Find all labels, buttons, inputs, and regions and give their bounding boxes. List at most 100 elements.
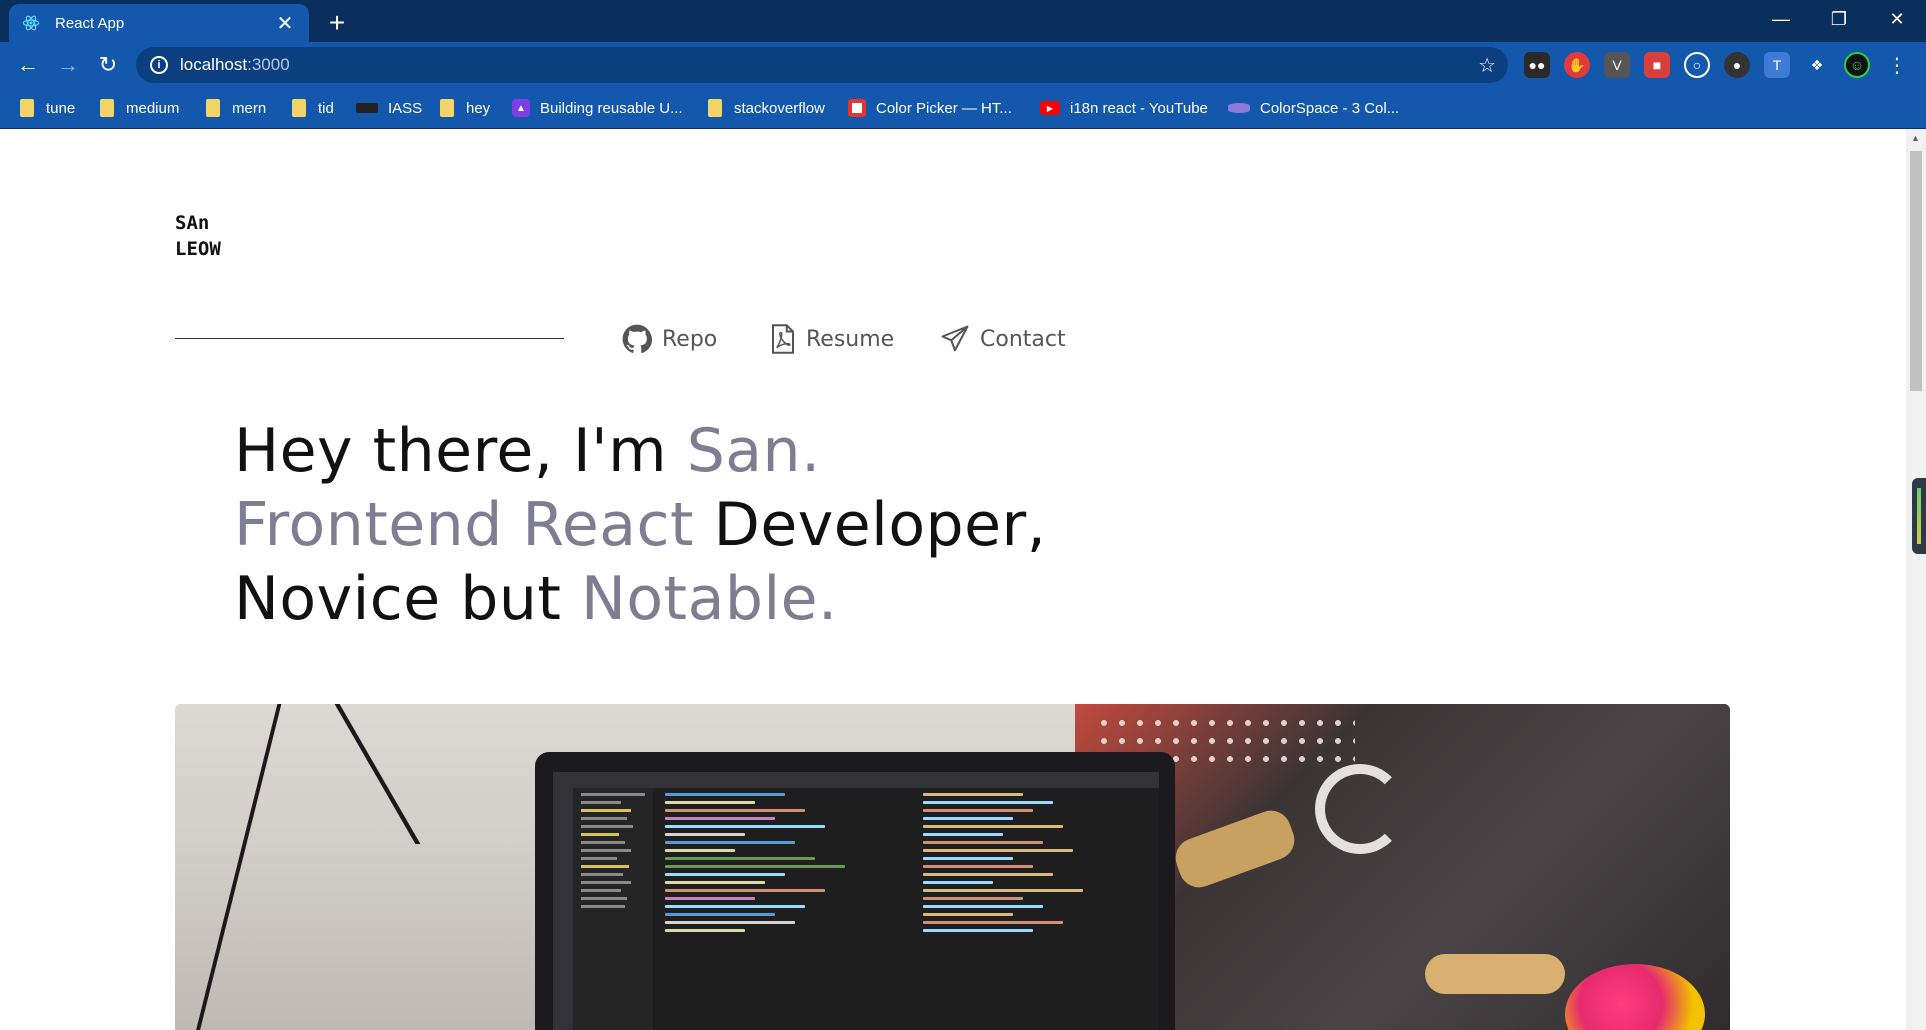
nav-repo-link[interactable]: Repo xyxy=(622,321,717,357)
hero-greeting: Hey there, I'm xyxy=(234,416,687,486)
back-arrow-icon[interactable]: ← xyxy=(12,49,44,81)
tab-close-icon[interactable]: ✕ xyxy=(273,11,297,35)
bookmark-item[interactable]: ColorSpace - 3 Col... xyxy=(1228,96,1399,120)
bookmark-item[interactable]: IASS xyxy=(356,96,422,120)
nav-divider xyxy=(175,338,564,339)
url-port: :3000 xyxy=(247,55,290,74)
hero-role: Developer, xyxy=(694,490,1047,560)
extension-target-icon[interactable]: ○ xyxy=(1684,52,1710,78)
nav-contact-link[interactable]: Contact xyxy=(940,321,1066,357)
page-viewport: SAn LEOW Repo Resume Contact Hey there, … xyxy=(0,129,1906,1030)
extension-glasses-icon[interactable]: ●● xyxy=(1524,52,1550,78)
nav-resume-label: Resume xyxy=(806,326,895,352)
bookmark-item[interactable]: tune xyxy=(20,96,75,120)
photo-editor-activitybar xyxy=(553,788,573,1030)
site-logo[interactable]: SAn LEOW xyxy=(175,210,221,262)
bookmark-label: tune xyxy=(46,99,76,117)
scroll-up-arrow-icon[interactable]: ▲ xyxy=(1911,133,1920,143)
page-scrollbar[interactable]: ▲ xyxy=(1906,129,1926,1030)
bookmark-label: i18n react - YouTube xyxy=(1070,99,1208,117)
bookmark-item[interactable]: Color Picker — HT... xyxy=(848,96,1012,120)
close-window-button[interactable]: ✕ xyxy=(1870,0,1924,38)
photo-editor-code-right xyxy=(923,788,1143,1030)
iass-favicon-icon xyxy=(356,103,378,113)
extensions-puzzle-icon[interactable]: ❖ xyxy=(1804,52,1830,78)
hero-line-1: Hey there, I'm San. xyxy=(234,414,1046,488)
menu-kebab-icon[interactable]: ⋮ xyxy=(1884,52,1910,78)
avatar[interactable]: ☺ xyxy=(1844,52,1870,78)
scrollbar-thumb[interactable] xyxy=(1910,151,1922,391)
folder-icon xyxy=(100,99,114,117)
bookmark-item[interactable]: medium xyxy=(100,96,179,120)
new-tab-button[interactable]: + xyxy=(322,8,352,38)
forward-arrow-icon[interactable]: → xyxy=(52,49,84,81)
hero-tagline: Novice but xyxy=(234,564,581,634)
minimize-button[interactable]: — xyxy=(1754,0,1808,38)
url-text: localhost:3000 xyxy=(180,55,290,75)
reload-icon[interactable]: ↻ xyxy=(92,49,124,81)
youtube-favicon-icon: ▶ xyxy=(1040,101,1060,115)
side-panel-handle[interactable] xyxy=(1912,478,1926,554)
extension-hand-icon[interactable]: ✋ xyxy=(1564,52,1590,78)
hero-photo-laptop-code xyxy=(175,704,1730,1030)
tab-strip: React App ✕ + — ❐ ✕ xyxy=(0,0,1926,42)
bookmark-item[interactable]: mern xyxy=(206,96,266,120)
bookmark-label: IASS xyxy=(388,99,423,117)
pdf-file-icon xyxy=(772,324,794,354)
browser-chrome: React App ✕ + — ❐ ✕ ← → ↻ i localhost:30… xyxy=(0,0,1926,129)
extension-translate-icon[interactable]: T xyxy=(1764,52,1790,78)
hero-line-2: Frontend React Developer, xyxy=(234,488,1046,562)
photo-editor-explorer xyxy=(573,788,653,1030)
github-icon xyxy=(622,324,652,354)
extension-vue-icon[interactable]: V xyxy=(1604,52,1630,78)
site-info-icon[interactable]: i xyxy=(150,56,168,74)
rocket-favicon-icon: ▲ xyxy=(512,99,530,117)
bookmark-label: stackoverflow xyxy=(734,99,825,117)
bookmark-item[interactable]: stackoverflow xyxy=(708,96,825,120)
folder-icon xyxy=(440,99,454,117)
restore-button[interactable]: ❐ xyxy=(1812,0,1866,38)
url-host: localhost xyxy=(180,55,248,74)
nav-contact-label: Contact xyxy=(980,326,1066,352)
react-icon xyxy=(21,13,41,33)
browser-toolbar: ← → ↻ i localhost:3000 ☆ ●● ✋ V ■ ○ ● T … xyxy=(0,42,1926,88)
hero-name: San. xyxy=(686,416,821,486)
bookmark-label: hey xyxy=(466,99,491,117)
hero-heading: Hey there, I'm San. Frontend React Devel… xyxy=(234,414,1046,636)
logo-line-2: LEOW xyxy=(175,238,221,260)
bookmark-label: mern xyxy=(232,99,267,117)
bookmarks-bar: tune medium mern tid IASS hey ▲ Building … xyxy=(0,88,1926,129)
bookmark-item[interactable]: hey xyxy=(440,96,490,120)
bookmark-label: ColorSpace - 3 Col... xyxy=(1260,99,1400,117)
extension-red-icon[interactable]: ■ xyxy=(1644,52,1670,78)
folder-icon xyxy=(206,99,220,117)
nav-repo-label: Repo xyxy=(662,326,718,352)
bookmark-item[interactable]: tid xyxy=(292,96,334,120)
photo-laptop-screen xyxy=(553,772,1159,1030)
paper-plane-icon xyxy=(941,325,969,352)
bookmark-star-icon[interactable]: ☆ xyxy=(1478,53,1496,78)
bookmark-label: medium xyxy=(126,99,180,117)
photo-editor-code-left xyxy=(665,788,905,1030)
colorspace-favicon-icon xyxy=(1228,103,1250,113)
bookmark-item[interactable]: ▶ i18n react - YouTube xyxy=(1040,96,1208,120)
bookmark-label: Color Picker — HT... xyxy=(876,99,1012,117)
address-bar[interactable]: i localhost:3000 ☆ xyxy=(136,47,1508,83)
tab-title: React App xyxy=(55,14,125,32)
hero-line-3: Novice but Notable. xyxy=(234,562,1046,636)
photo-pattern xyxy=(1425,954,1565,994)
bookmark-label: tid xyxy=(318,99,334,117)
hero-role-accent: Frontend React xyxy=(234,490,695,560)
bookmark-item[interactable]: ▲ Building reusable U... xyxy=(512,96,683,120)
folder-icon xyxy=(708,99,722,117)
extension-colors-icon[interactable]: ● xyxy=(1724,52,1750,78)
logo-line-1: SAn xyxy=(175,212,210,234)
photo-editor-titlebar xyxy=(553,772,1159,788)
nav-resume-link[interactable]: Resume xyxy=(770,321,894,357)
color-picker-favicon-icon xyxy=(848,99,866,117)
folder-icon xyxy=(20,99,34,117)
hero-tagline-accent: Notable. xyxy=(580,564,838,634)
folder-icon xyxy=(292,99,306,117)
bookmark-label: Building reusable U... xyxy=(540,99,683,117)
tab-react-app[interactable]: React App ✕ xyxy=(9,4,309,42)
